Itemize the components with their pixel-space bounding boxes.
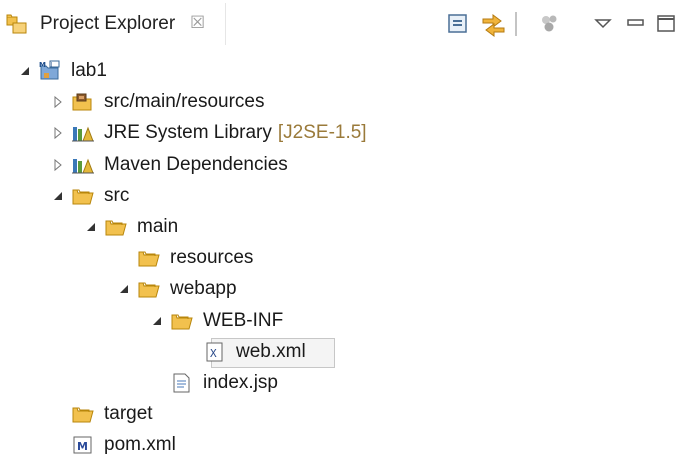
folder-icon: [71, 185, 95, 207]
tree-item-label: target: [104, 403, 153, 425]
svg-text:X: X: [210, 347, 217, 360]
folder-icon: [170, 310, 194, 332]
tree-item-jre-system-library[interactable]: JRE System Library [J2SE-1.5]: [0, 118, 684, 148]
toolbar-separator: [513, 10, 519, 38]
view-tab-bar: Project Explorer ☒: [0, 0, 684, 48]
maximize-icon[interactable]: [652, 10, 680, 38]
folder-icon: [137, 247, 161, 269]
tree-item-label: lab1: [71, 60, 107, 81]
tree-item-label: WEB-INF: [203, 309, 284, 331]
tree-item-main[interactable]: main: [0, 212, 684, 242]
tree-item-label: pom.xml: [104, 434, 176, 456]
tree-item-label: web.xml: [236, 340, 306, 362]
xml-file-icon: X: [203, 341, 227, 363]
folder-icon: [104, 216, 128, 238]
expanded-arrow-icon[interactable]: [150, 314, 164, 328]
tree-item-web-xml[interactable]: Xweb.xml: [0, 337, 684, 368]
view-menu-icon[interactable]: [590, 10, 618, 38]
folder-icon: [137, 278, 161, 300]
library-icon: [71, 154, 95, 176]
maven-pom-icon: M: [71, 434, 95, 456]
tree-item-label: Maven Dependencies: [104, 153, 288, 175]
expanded-arrow-icon[interactable]: [84, 220, 98, 234]
folder-icon: [71, 403, 95, 425]
tree-item-label: main: [137, 216, 179, 237]
svg-text:M: M: [77, 440, 88, 453]
link-with-editor-icon[interactable]: [480, 10, 508, 38]
svg-text:M: M: [39, 61, 46, 69]
tree-item-pom-xml[interactable]: Mpom.xml: [0, 430, 684, 460]
svg-text:J: J: [50, 62, 52, 68]
tree-item-maven-dependencies[interactable]: Maven Dependencies: [0, 150, 684, 180]
tree-item-label: webapp: [170, 278, 237, 300]
tree-item-decoration: [J2SE-1.5]: [277, 122, 367, 144]
collapsed-arrow-icon[interactable]: [51, 158, 65, 172]
tree-item-src[interactable]: src: [0, 181, 684, 211]
tree-item-label: src/main/resources: [104, 91, 265, 113]
expanded-arrow-icon[interactable]: [18, 64, 32, 78]
collapsed-arrow-icon[interactable]: [51, 126, 65, 140]
tree-item-label: src: [104, 184, 130, 206]
tree-item-target[interactable]: target: [0, 399, 684, 429]
maven-project-icon: MJ: [38, 60, 62, 82]
tree-item-web-inf[interactable]: WEB-INF: [0, 306, 684, 336]
library-icon: [71, 122, 95, 144]
tree-item-label: resources: [170, 247, 254, 269]
source-folder-icon: [71, 91, 95, 113]
tree-item-webapp[interactable]: webapp: [0, 274, 684, 304]
tree-item-label: index.jsp: [203, 372, 278, 393]
expanded-arrow-icon[interactable]: [117, 282, 131, 296]
filter-icon[interactable]: [537, 10, 565, 38]
tree-item-src-main-resources[interactable]: src/main/resources: [0, 87, 684, 117]
collapsed-arrow-icon[interactable]: [51, 95, 65, 109]
tree-item-lab1[interactable]: M Jlab1: [0, 56, 684, 86]
expanded-arrow-icon[interactable]: [51, 189, 65, 203]
tree-item-resources[interactable]: resources: [0, 243, 684, 273]
minimize-icon[interactable]: [622, 10, 650, 38]
tree-item-label: JRE System Library [J2SE-1.5]: [104, 122, 367, 144]
jsp-file-icon: [170, 372, 194, 394]
tree-item-index-jsp[interactable]: index.jsp: [0, 368, 684, 398]
collapse-all-icon[interactable]: [445, 10, 473, 38]
view-toolbar: [0, 8, 684, 40]
